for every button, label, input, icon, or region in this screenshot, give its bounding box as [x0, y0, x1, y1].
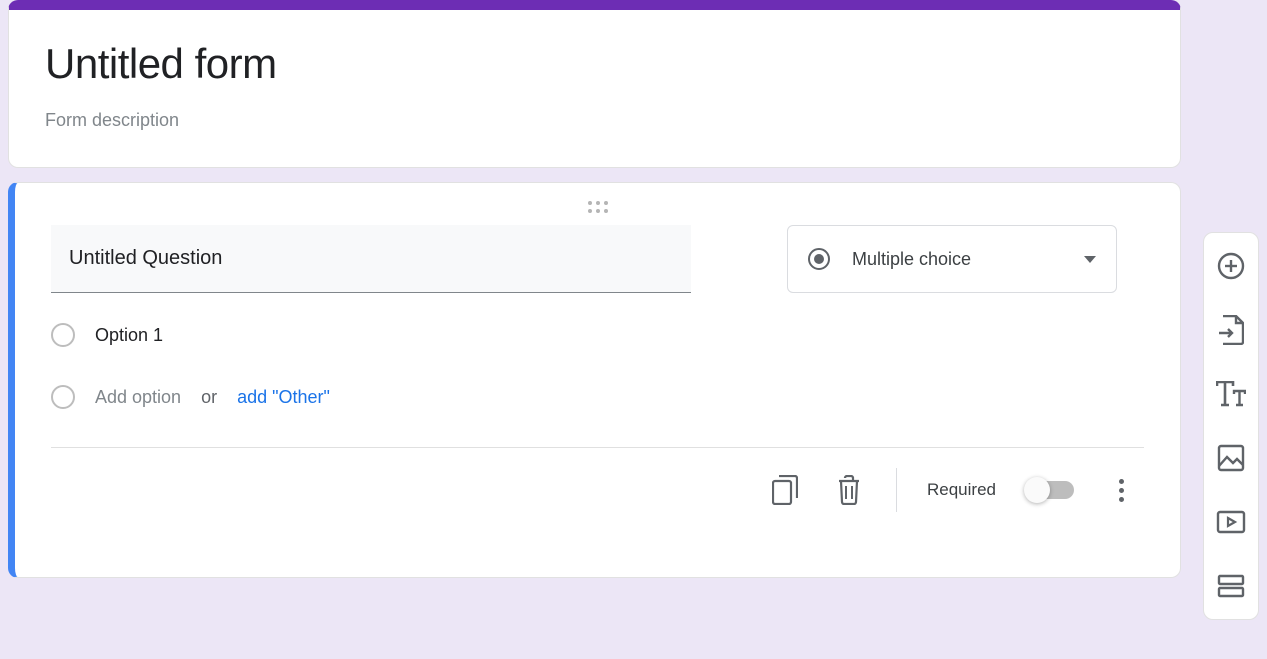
add-image-button[interactable]	[1214, 441, 1248, 475]
more-options-button[interactable]	[1104, 473, 1138, 507]
option-text-input[interactable]: Option 1	[95, 325, 163, 346]
required-label: Required	[927, 480, 996, 500]
import-questions-button[interactable]	[1214, 313, 1248, 347]
duplicate-button[interactable]	[768, 473, 802, 507]
form-header-card: Untitled form Form description	[8, 0, 1181, 168]
form-description-input[interactable]: Form description	[45, 110, 1144, 131]
drag-handle-icon[interactable]	[51, 183, 1144, 225]
question-card: Multiple choice Option 1 Add option or a…	[8, 182, 1181, 578]
add-video-button[interactable]	[1214, 505, 1248, 539]
radio-empty-icon	[51, 385, 75, 409]
more-vertical-icon	[1119, 479, 1124, 502]
option-row: Option 1	[51, 323, 1144, 347]
add-section-button[interactable]	[1214, 569, 1248, 603]
add-question-button[interactable]	[1214, 249, 1248, 283]
add-title-button[interactable]	[1214, 377, 1248, 411]
or-label: or	[201, 387, 217, 408]
delete-button[interactable]	[832, 473, 866, 507]
radio-icon	[808, 248, 830, 270]
divider	[896, 468, 897, 512]
add-option-row: Add option or add "Other"	[51, 385, 1144, 409]
image-icon	[1217, 444, 1245, 472]
radio-empty-icon	[51, 323, 75, 347]
plus-circle-icon	[1217, 252, 1245, 280]
chevron-down-icon	[1084, 256, 1096, 263]
add-option-button[interactable]: Add option	[95, 387, 181, 408]
section-icon	[1217, 574, 1245, 598]
divider	[51, 447, 1144, 448]
question-type-dropdown[interactable]: Multiple choice	[787, 225, 1117, 293]
trash-icon	[837, 475, 861, 505]
question-title-input[interactable]	[51, 225, 691, 293]
video-icon	[1216, 510, 1246, 534]
copy-icon	[772, 475, 798, 505]
import-file-icon	[1218, 315, 1244, 345]
add-other-button[interactable]: add "Other"	[237, 387, 330, 408]
form-title-input[interactable]: Untitled form	[45, 40, 1144, 88]
question-type-label: Multiple choice	[852, 249, 1062, 270]
floating-toolbar	[1203, 232, 1259, 620]
text-icon	[1216, 381, 1246, 407]
required-toggle[interactable]	[1026, 481, 1074, 499]
